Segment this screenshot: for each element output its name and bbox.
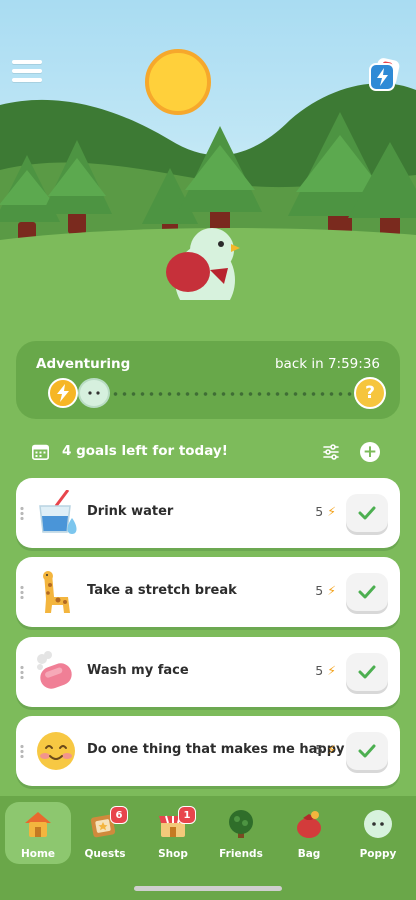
drag-handle-icon[interactable] — [20, 506, 24, 520]
tab-label: Bag — [297, 848, 321, 860]
forest-scene — [0, 0, 416, 340]
goal-points: 5 ⚡ — [315, 583, 336, 598]
adventure-return-time: back in 7:59:36 — [274, 356, 380, 372]
tab-shop[interactable]: 1 Shop — [140, 802, 206, 864]
energy-bolt-icon: ⚡ — [327, 504, 336, 519]
goal-points: 5 ⚡ — [315, 742, 336, 757]
home-indicator — [134, 886, 282, 891]
bag-icon — [297, 811, 321, 838]
menu-icon[interactable] — [12, 60, 42, 84]
energy-bolt-icon: ⚡ — [327, 663, 336, 678]
goal-card[interactable]: Do one thing that makes me happy 5 ⚡ — [16, 716, 400, 786]
tab-poppy[interactable]: Poppy — [345, 802, 411, 864]
drag-handle-icon[interactable] — [20, 665, 24, 679]
tab-quests[interactable]: 6 Quests — [72, 802, 138, 864]
energy-bolt-icon: ⚡ — [327, 583, 336, 598]
goal-card[interactable]: Drink water 5 ⚡ — [16, 478, 400, 548]
goal-card[interactable]: Take a stretch break 5 ⚡ — [16, 557, 400, 627]
filter-sliders-icon[interactable] — [322, 443, 340, 461]
giraffe-icon — [43, 571, 70, 613]
goal-points-value: 5 — [315, 504, 324, 519]
tab-bag[interactable]: Bag — [276, 802, 342, 864]
goal-title: Take a stretch break — [87, 583, 237, 598]
poppy-progress-icon — [78, 378, 110, 408]
tree-icon — [229, 810, 253, 838]
energy-icon[interactable] — [368, 58, 402, 92]
tab-label: Friends — [219, 848, 263, 860]
complete-goal-button[interactable] — [346, 732, 388, 770]
bottom-tab-bar: Home 6 Quests 1 Shop Friends Bag Poppy — [0, 796, 416, 900]
mystery-reward-icon[interactable]: ? — [354, 377, 386, 409]
checkmark-icon — [358, 665, 376, 679]
add-goal-button[interactable]: + — [360, 442, 380, 462]
goal-title: Drink water — [87, 504, 174, 519]
poppy-face-icon — [364, 810, 392, 838]
calendar-icon[interactable] — [32, 444, 49, 460]
adventure-card[interactable]: Adventuring back in 7:59:36 ? — [16, 341, 400, 419]
goal-points-value: 5 — [315, 742, 324, 757]
soap-icon — [37, 651, 72, 689]
forest-background — [0, 49, 416, 340]
tab-label: Shop — [158, 848, 188, 860]
drag-handle-icon[interactable] — [20, 585, 24, 599]
complete-goal-button[interactable] — [346, 573, 388, 611]
tab-friends[interactable]: Friends — [208, 802, 274, 864]
adventure-progress-track: ? — [32, 377, 386, 409]
checkmark-icon — [358, 585, 376, 599]
energy-bolt-icon: ⚡ — [327, 742, 336, 757]
goal-points-value: 5 — [315, 663, 324, 678]
water-glass-icon — [39, 490, 77, 534]
goal-title: Wash my face — [87, 663, 189, 678]
goal-points: 5 ⚡ — [315, 504, 336, 519]
tab-label: Poppy — [359, 848, 397, 860]
goal-points: 5 ⚡ — [315, 663, 336, 678]
tab-label: Home — [20, 848, 56, 860]
complete-goal-button[interactable] — [346, 494, 388, 532]
tab-home[interactable]: Home — [5, 802, 71, 864]
tab-label: Quests — [84, 848, 126, 860]
goals-header: 4 goals left for today! + — [32, 440, 384, 464]
shop-badge: 1 — [178, 806, 196, 824]
complete-goal-button[interactable] — [346, 653, 388, 691]
quests-badge: 6 — [110, 806, 128, 824]
goal-points-value: 5 — [315, 583, 324, 598]
checkmark-icon — [358, 744, 376, 758]
drag-handle-icon[interactable] — [20, 744, 24, 758]
smiling-face-icon — [37, 732, 75, 770]
goal-card[interactable]: Wash my face 5 ⚡ — [16, 637, 400, 707]
checkmark-icon — [358, 506, 376, 520]
lightning-icon — [48, 378, 78, 408]
sun-icon — [145, 49, 211, 115]
goals-remaining-text: 4 goals left for today! — [62, 443, 228, 459]
adventure-title: Adventuring — [36, 356, 131, 372]
progress-dots — [84, 392, 356, 396]
house-icon — [25, 812, 51, 837]
goal-title: Do one thing that makes me happy — [87, 742, 345, 757]
